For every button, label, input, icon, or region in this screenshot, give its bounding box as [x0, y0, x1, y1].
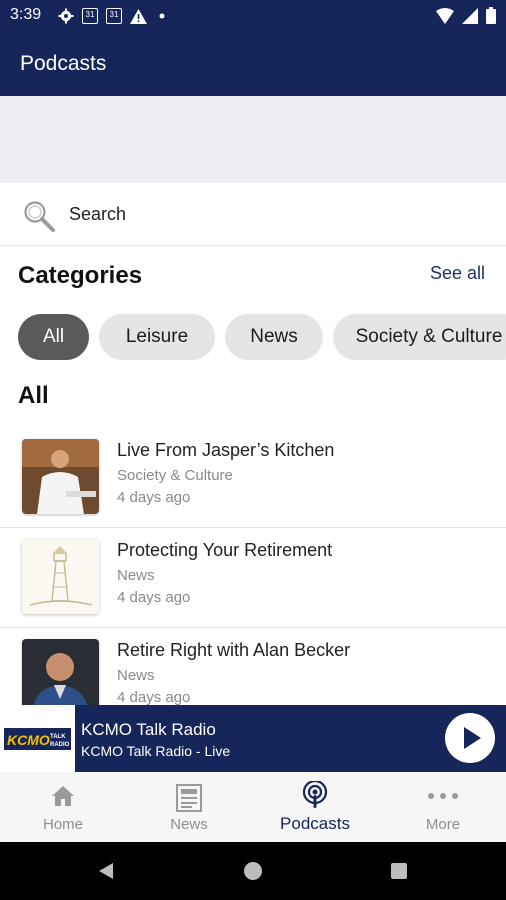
- host-portrait-image: [22, 639, 99, 714]
- more-dots-icon: [428, 793, 458, 799]
- status-bar: 3:39 31 31: [0, 0, 506, 32]
- play-button[interactable]: [445, 713, 495, 763]
- system-navigation-bar: [0, 842, 506, 900]
- battery-icon: [486, 7, 496, 24]
- nav-more-label: More: [425, 816, 461, 833]
- wifi-icon: [436, 7, 454, 24]
- nav-news[interactable]: News: [126, 772, 252, 842]
- chip-society-culture[interactable]: Society & Culture: [333, 314, 506, 360]
- list-item[interactable]: Live From Jasper’s Kitchen Society & Cul…: [0, 427, 506, 528]
- nav-podcasts[interactable]: Podcasts: [252, 772, 378, 842]
- all-section-heading: All: [18, 382, 49, 409]
- search-input[interactable]: Search: [69, 204, 126, 225]
- player-station-title: KCMO Talk Radio: [81, 720, 216, 739]
- newspaper-icon: [176, 784, 202, 812]
- home-circle-icon[interactable]: [243, 861, 263, 881]
- status-time: 3:39: [10, 6, 42, 23]
- chip-all[interactable]: All: [18, 314, 89, 360]
- episode-category: News: [117, 567, 155, 584]
- notification-dot-icon: [159, 13, 165, 19]
- alert-icon: [130, 8, 147, 24]
- search-bar[interactable]: Search: [0, 183, 506, 246]
- recents-square-icon[interactable]: [390, 862, 408, 880]
- nav-podcasts-label: Podcasts: [280, 814, 350, 833]
- bottom-navigation: Home News Podcasts More: [0, 772, 506, 842]
- mini-player[interactable]: KCMO TALK RADIO KCMO Talk Radio KCMO Tal…: [0, 705, 506, 772]
- back-icon[interactable]: [96, 861, 116, 881]
- episode-title: Retire Right with Alan Becker: [117, 640, 351, 660]
- episode-category: News: [117, 667, 155, 684]
- settings-gear-icon: [58, 8, 74, 24]
- nav-more[interactable]: More: [380, 772, 506, 842]
- banner-placeholder: [0, 96, 506, 183]
- lighthouse-image: [22, 539, 99, 614]
- home-icon: [52, 786, 74, 806]
- station-logo: KCMO TALK RADIO: [0, 705, 75, 772]
- calendar-icon: 31: [82, 8, 98, 24]
- episode-date: 4 days ago: [117, 489, 191, 506]
- see-all-link[interactable]: See all: [430, 263, 485, 284]
- podcast-icon: [302, 781, 328, 808]
- app-bar: Podcasts: [0, 32, 506, 96]
- chef-image: [22, 439, 99, 514]
- nav-home-label: Home: [42, 816, 83, 833]
- podcast-thumbnail: [22, 539, 99, 614]
- episode-date: 4 days ago: [117, 689, 191, 706]
- episode-title: Live From Jasper’s Kitchen: [117, 440, 335, 460]
- calendar-icon: 31: [106, 8, 122, 24]
- nav-news-label: News: [170, 816, 208, 833]
- player-subtitle: KCMO Talk Radio - Live: [81, 743, 231, 759]
- episode-date: 4 days ago: [117, 589, 191, 606]
- list-item[interactable]: Protecting Your Retirement News 4 days a…: [0, 527, 506, 628]
- categories-heading: Categories: [18, 262, 143, 289]
- episode-title: Protecting Your Retirement: [117, 540, 333, 560]
- chip-leisure[interactable]: Leisure: [99, 314, 215, 360]
- svg-text:KCMO: KCMO: [7, 732, 50, 748]
- podcast-thumbnail: [22, 639, 99, 714]
- episode-category: Society & Culture: [117, 467, 233, 484]
- svg-text:TALK: TALK: [50, 734, 66, 740]
- chip-news[interactable]: News: [225, 314, 323, 360]
- podcast-thumbnail: [22, 439, 99, 514]
- svg-text:RADIO: RADIO: [50, 742, 70, 748]
- nav-home[interactable]: Home: [0, 772, 126, 842]
- cell-signal-icon: [462, 7, 478, 24]
- page-title: Podcasts: [20, 52, 107, 75]
- search-icon: [24, 201, 55, 232]
